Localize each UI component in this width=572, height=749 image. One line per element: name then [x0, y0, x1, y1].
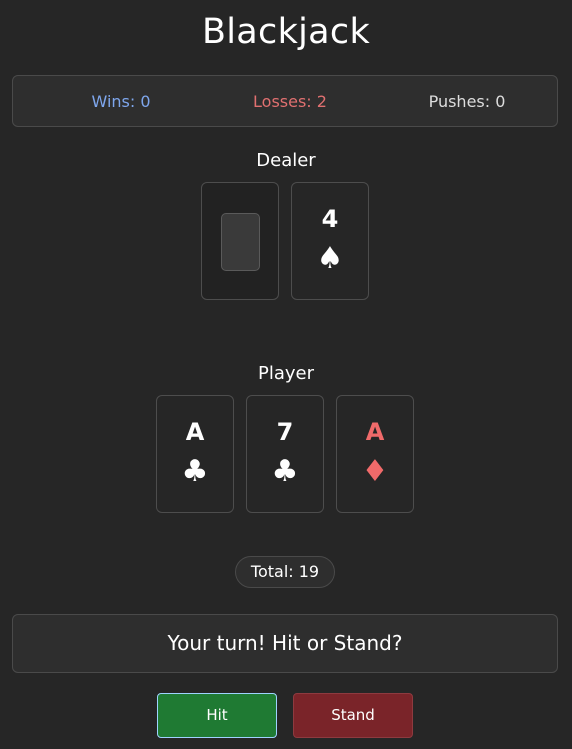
spade-icon: ♠: [316, 241, 344, 276]
wins-count: Wins: 0: [91, 92, 151, 111]
club-icon: ♣: [181, 454, 209, 489]
dealer-card-hidden: [201, 182, 279, 300]
card-rank: 4: [321, 205, 339, 233]
player-card: A ♣: [156, 395, 234, 513]
pushes-count: Pushes: 0: [428, 92, 506, 111]
diamond-icon: ♦: [361, 454, 389, 489]
player-total-badge: Total: 19: [235, 556, 335, 588]
stand-button[interactable]: Stand: [293, 693, 413, 738]
dealer-label: Dealer: [256, 150, 316, 171]
card-rank: 7: [276, 418, 294, 446]
card-back-icon: [221, 213, 260, 271]
player-label: Player: [257, 363, 314, 384]
scoreboard: Wins: 0 Losses: 2 Pushes: 0: [12, 75, 558, 127]
page-title: Blackjack: [201, 12, 371, 52]
dealer-card: 4 ♠: [291, 182, 369, 300]
club-icon: ♣: [271, 454, 299, 489]
status-message: Your turn! Hit or Stand?: [12, 614, 558, 673]
hit-button[interactable]: Hit: [157, 693, 277, 738]
card-rank: A: [365, 418, 385, 446]
losses-count: Losses: 2: [253, 92, 327, 111]
card-rank: A: [185, 418, 205, 446]
player-card: A ♦: [336, 395, 414, 513]
player-card: 7 ♣: [246, 395, 324, 513]
